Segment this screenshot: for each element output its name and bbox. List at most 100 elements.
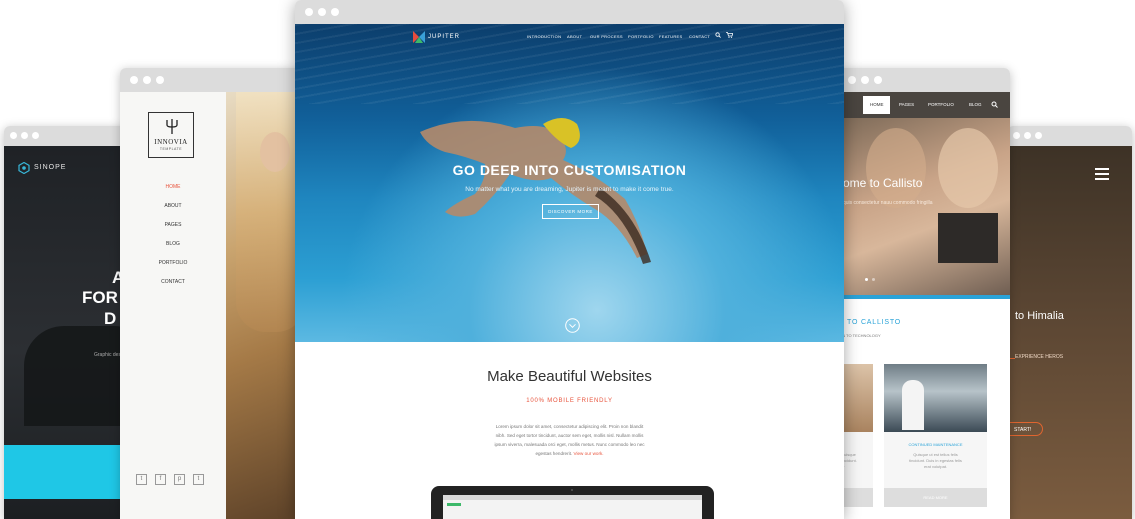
jupiter-nav-features[interactable]: FEATURES — [659, 34, 682, 39]
jupiter-nav-introduction[interactable]: INTRODUCTION — [527, 34, 561, 39]
tumblr-icon[interactable]: t — [193, 474, 204, 485]
callisto-nav-portfolio[interactable]: PORTFOLIO — [928, 102, 954, 107]
pinterest-icon[interactable]: p — [174, 474, 185, 485]
callisto-card-text: Quisque ut est tellus felis tincidunt. Du… — [909, 452, 962, 469]
jupiter-nav-about[interactable]: ABOUT — [567, 34, 582, 39]
laptop-screen — [443, 495, 702, 519]
callisto-monitor-shape — [938, 213, 998, 263]
window-dot — [1035, 132, 1042, 139]
innovia-menu-about[interactable]: ABOUT — [120, 203, 226, 209]
jupiter-window: JUPITER INTRODUCTION ABOUT OUR PROCESS P… — [295, 0, 844, 519]
jupiter-hero-sub: No matter what you are dreaming, Jupiter… — [465, 186, 674, 193]
callisto-hero-title: ome to Callisto — [843, 176, 923, 190]
innovia-logo-name: INNOVIA — [154, 138, 188, 146]
twitter-icon[interactable]: t — [136, 474, 147, 485]
search-icon[interactable] — [715, 32, 721, 38]
browser-chrome — [838, 68, 1010, 93]
jupiter-nav-our-process[interactable]: OUR PROCESS — [590, 34, 623, 39]
himalia-hero-sub: EXPRIENCE HEROS — [1015, 354, 1064, 360]
diver-figure — [295, 24, 844, 342]
jupiter-section-title: Make Beautiful Websites — [487, 368, 652, 385]
view-our-work-link[interactable]: View our work. — [574, 451, 604, 456]
jupiter-logo[interactable]: JUPITER — [428, 34, 460, 40]
hamburger-menu-icon[interactable] — [1095, 168, 1109, 180]
callisto-nav-blog[interactable]: BLOG — [969, 102, 982, 107]
slider-dot[interactable] — [872, 278, 875, 281]
window-dot — [1013, 132, 1020, 139]
innovia-face-shape — [260, 132, 290, 172]
innovia-menu-pages[interactable]: PAGES — [120, 222, 226, 228]
himalia-start-label: START! — [1014, 427, 1032, 433]
innovia-logo-sub: TEMPLATE — [159, 147, 183, 151]
jupiter-section-sub: 100% MOBILE FRIENDLY — [526, 398, 613, 404]
jupiter-hero: JUPITER INTRODUCTION ABOUT OUR PROCESS P… — [295, 24, 844, 342]
browser-chrome — [1007, 126, 1132, 147]
browser-chrome — [120, 68, 310, 93]
window-dot — [130, 76, 138, 84]
window-dot — [861, 76, 869, 84]
sinope-logo: SINOPE — [34, 164, 67, 171]
cart-icon[interactable] — [726, 32, 733, 38]
himalia-hero: to Himalia EXPRIENCE HEROS START! — [1007, 146, 1132, 519]
window-dot — [10, 132, 17, 139]
callisto-person-shape — [938, 128, 998, 208]
window-dot — [21, 132, 28, 139]
innovia-menu-blog[interactable]: BLOG — [120, 241, 226, 247]
callisto-nav-pages[interactable]: PAGES — [899, 102, 914, 107]
jupiter-nav-portfolio[interactable]: PORTFOLIO — [628, 34, 654, 39]
himalia-start-button[interactable]: START! — [1007, 422, 1043, 436]
window-dot — [156, 76, 164, 84]
callisto-navbar: HOME PAGES PORTFOLIO BLOG — [838, 92, 1010, 118]
callisto-card-title: CONTINUED MAINTENANCE — [908, 442, 963, 447]
callisto-card-button[interactable]: READ MORE — [884, 488, 987, 507]
callisto-card-person-shape — [902, 380, 924, 430]
window-dot — [143, 76, 151, 84]
jupiter-content: Make Beautiful Websites 100% MOBILE FRIE… — [295, 342, 844, 519]
scroll-down-icon[interactable] — [565, 318, 580, 333]
callisto-window: HOME PAGES PORTFOLIO BLOG ome to Callist… — [838, 68, 1010, 519]
innovia-menu-portfolio[interactable]: PORTFOLIO — [120, 260, 226, 266]
window-dot — [1024, 132, 1031, 139]
jupiter-paragraph: Lorem ipsum dolor sit amet, consectetur … — [494, 424, 645, 456]
sinope-logo-icon — [18, 162, 30, 174]
jupiter-logo-icon — [413, 31, 425, 43]
discover-more-button[interactable]: DISCOVER MORE — [542, 204, 599, 219]
trident-icon — [165, 117, 179, 135]
window-dot — [32, 132, 39, 139]
callisto-card-image — [884, 364, 987, 432]
laptop-mockup — [431, 486, 714, 519]
innovia-window: INNOVIA TEMPLATE HOME ABOUT PAGES BLOG P… — [120, 68, 310, 519]
himalia-hero-title: to Himalia — [1015, 310, 1064, 322]
callisto-person-shape — [866, 128, 926, 208]
window-dot — [848, 76, 856, 84]
slider-dot[interactable] — [865, 278, 868, 281]
callisto-nav-home[interactable]: HOME — [863, 96, 890, 114]
himalia-window: to Himalia EXPRIENCE HEROS START! — [1007, 126, 1132, 519]
search-icon[interactable] — [991, 101, 998, 108]
window-dot — [874, 76, 882, 84]
facebook-icon[interactable]: f — [155, 474, 166, 485]
window-dot — [318, 8, 326, 16]
callisto-card-button-label: READ MORE — [923, 495, 948, 500]
callisto-card: CONTINUED MAINTENANCE Quisque ut est tel… — [884, 364, 987, 507]
browser-chrome — [295, 0, 844, 25]
callisto-section-title: TO CALLISTO — [847, 319, 902, 326]
laptop-screen-logo — [447, 503, 461, 506]
callisto-accent-bar — [838, 295, 1010, 299]
sinope-headline-3: D — [104, 309, 117, 328]
window-dot — [305, 8, 313, 16]
innovia-logo[interactable]: INNOVIA TEMPLATE — [148, 112, 194, 158]
window-dot — [331, 8, 339, 16]
sinope-headline-2: FOR — [82, 288, 118, 307]
callisto-hero: ome to Callisto quis consectetur nauu co… — [838, 118, 1010, 295]
jupiter-nav-contact[interactable]: CONTACT — [689, 34, 710, 39]
innovia-menu-home[interactable]: HOME — [120, 184, 226, 190]
callisto-section-sub: ION TO TECHNOLOGY — [838, 333, 881, 338]
sinope-caption: Graphic des — [94, 352, 121, 358]
laptop-camera — [571, 489, 573, 491]
jupiter-hero-title: GO DEEP INTO CUSTOMISATION — [452, 162, 687, 178]
callisto-nav-home-label: HOME — [870, 102, 884, 107]
callisto-hero-sub: quis consectetur nauu commodo fringilla — [843, 200, 933, 206]
discover-more-label: DISCOVER MORE — [548, 209, 593, 214]
innovia-menu-contact[interactable]: CONTACT — [120, 279, 226, 285]
